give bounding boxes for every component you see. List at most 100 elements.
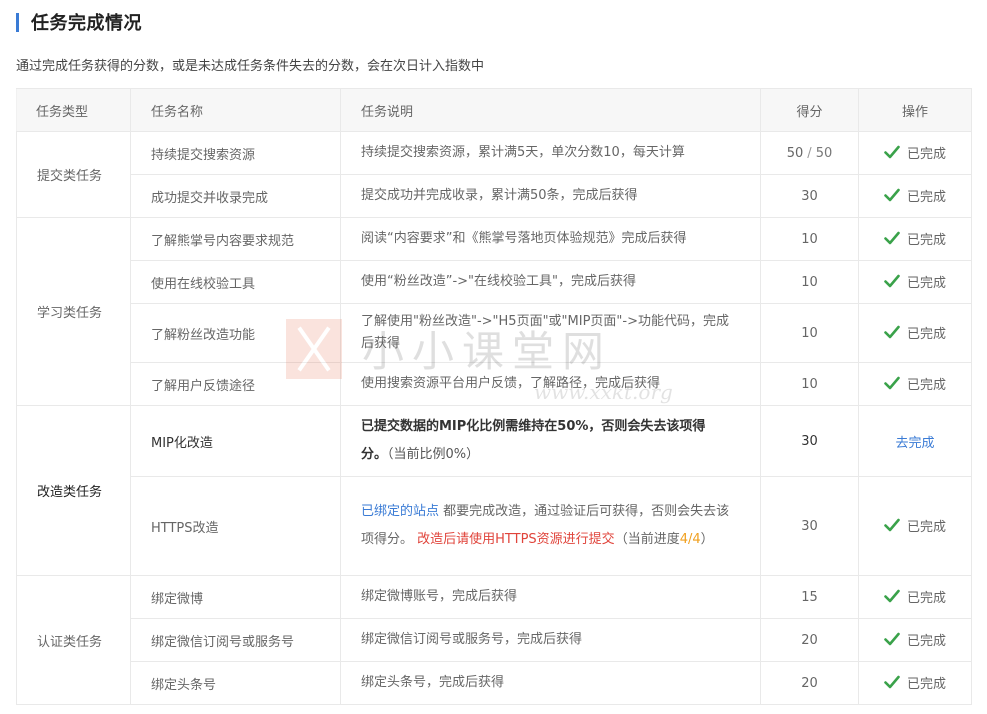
task-desc: 绑定头条号，完成后获得 [340, 661, 761, 705]
task-desc: 提交成功并完成收录，累计满50条，完成后获得 [340, 174, 761, 218]
task-desc: 了解使用"粉丝改造"->"H5页面"或"MIP页面"->功能代码，完成后获得 [340, 303, 761, 363]
goto-complete-link[interactable]: 去完成 [895, 436, 934, 451]
status-completed: 已完成 [906, 146, 946, 162]
status-completed: 已完成 [906, 326, 946, 342]
check-icon [884, 325, 900, 339]
table-row: 改造类任务 MIP化改造 已提交数据的MIP化比例需维持在50%，否则会失去该项… [16, 405, 972, 576]
task-name: MIP化改造 [130, 405, 341, 477]
status-completed: 已完成 [906, 633, 946, 649]
task-action: 已完成 [858, 661, 972, 705]
task-desc: 持续提交搜索资源，累计满5天，单次分数10，每天计算 [340, 131, 761, 175]
task-action: 去完成 [858, 405, 972, 477]
desc-progress-prefix: （当前进度 [614, 532, 680, 547]
task-name: 绑定头条号 [130, 661, 341, 705]
task-desc: 使用“粉丝改造”->"在线校验工具"，完成后获得 [340, 260, 761, 304]
task-action: 已完成 [858, 618, 972, 662]
header-score: 得分 [760, 88, 859, 132]
task-score: 10 [760, 362, 859, 406]
task-name: 持续提交搜索资源 [130, 131, 341, 175]
check-icon [884, 518, 900, 532]
status-completed: 已完成 [906, 377, 946, 393]
score-separator: / [807, 145, 812, 161]
status-completed: 已完成 [906, 519, 946, 535]
table-row: 绑定头条号 绑定头条号，完成后获得 20 已完成 [17, 661, 972, 705]
task-score: 30 [760, 174, 859, 218]
table-row: 提交类任务 持续提交搜索资源 持续提交搜索资源，累计满5天，单次分数10，每天计… [16, 131, 972, 218]
task-name: 了解熊掌号内容要求规范 [130, 217, 341, 261]
task-desc: 已绑定的站点 都要完成改造，通过验证后可获得，否则会失去该项得分。 改造后请使用… [340, 476, 761, 576]
table-header-row: 任务类型 任务名称 任务说明 得分 操作 [16, 88, 972, 132]
check-icon [884, 632, 900, 646]
table-row: 了解用户反馈途径 使用搜索资源平台用户反馈，了解路径，完成后获得 10 已完成 [17, 362, 972, 406]
title-accent-bar [16, 12, 19, 32]
desc-red-notice: 改造后请使用HTTPS资源进行提交 [417, 532, 615, 547]
category-submit: 提交类任务 [16, 131, 131, 218]
check-icon [884, 675, 900, 689]
check-icon [884, 145, 900, 159]
task-action: 已完成 [858, 575, 972, 619]
check-icon [884, 274, 900, 288]
category-learn: 学习类任务 [16, 217, 131, 406]
status-completed: 已完成 [906, 232, 946, 248]
task-name: 绑定微博 [130, 575, 341, 619]
task-name: 了解用户反馈途径 [130, 362, 341, 406]
page-header: 任务完成情况 [16, 11, 142, 34]
status-completed: 已完成 [906, 590, 946, 606]
task-name: 成功提交并收录完成 [130, 174, 341, 218]
task-desc: 使用搜索资源平台用户反馈，了解路径，完成后获得 [340, 362, 761, 406]
desc-progress-value: 0% [445, 447, 467, 462]
task-name: 绑定微信订阅号或服务号 [130, 618, 341, 662]
table-row: 绑定微信订阅号或服务号 绑定微信订阅号或服务号，完成后获得 20 已完成 [17, 618, 972, 662]
category-reform: 改造类任务 [16, 405, 131, 576]
task-desc: 绑定微信订阅号或服务号，完成后获得 [340, 618, 761, 662]
score-value: 50 [786, 145, 804, 161]
status-completed: 已完成 [906, 275, 946, 291]
page-description: 通过完成任务获得的分数，或是未达成任务条件失去的分数，会在次日计入指数中 [16, 59, 485, 74]
check-icon [884, 188, 900, 202]
table-row: 成功提交并收录完成 提交成功并完成收录，累计满50条，完成后获得 30 已完成 [17, 174, 972, 218]
header-action: 操作 [858, 88, 972, 132]
task-score: 50/50 [760, 131, 859, 175]
task-desc: 绑定微博账号，完成后获得 [340, 575, 761, 619]
table-row: 了解粉丝改造功能 了解使用"粉丝改造"->"H5页面"或"MIP页面"->功能代… [17, 303, 972, 363]
task-desc: 阅读“内容要求”和《熊掌号落地页体验规范》完成后获得 [340, 217, 761, 261]
task-score: 10 [760, 260, 859, 304]
task-name: 使用在线校验工具 [130, 260, 341, 304]
table-row: HTTPS改造 已绑定的站点 都要完成改造，通过验证后可获得，否则会失去该项得分… [17, 476, 972, 576]
table-row: 认证类任务 绑定微博 绑定微博账号，完成后获得 15 已完成 [16, 575, 972, 705]
task-score: 10 [760, 303, 859, 363]
desc-progress-prefix: （当前比例 [387, 447, 446, 462]
header-task-name: 任务名称 [130, 88, 341, 132]
table-row: 学习类任务 了解熊掌号内容要求规范 阅读“内容要求”和《熊掌号落地页体验规范》完… [16, 217, 972, 406]
header-task-type: 任务类型 [16, 88, 131, 132]
task-score: 30 [760, 476, 859, 576]
task-name: 了解粉丝改造功能 [130, 303, 341, 363]
check-icon [884, 376, 900, 390]
task-desc: 已提交数据的MIP化比例需维持在50%，否则会失去该项得分。（当前比例0%） [340, 405, 761, 477]
table-row: 使用在线校验工具 使用“粉丝改造”->"在线校验工具"，完成后获得 10 已完成 [17, 260, 972, 304]
desc-progress-value: 4/4 [679, 532, 701, 547]
task-action: 已完成 [858, 303, 972, 363]
task-action: 已完成 [858, 217, 972, 261]
task-score: 10 [760, 217, 859, 261]
task-action: 已完成 [858, 174, 972, 218]
task-action: 已完成 [858, 476, 972, 576]
task-table: 任务类型 任务名称 任务说明 得分 操作 提交类任务 持续提交搜索资源 持续提交… [16, 88, 972, 705]
header-task-desc: 任务说明 [340, 88, 761, 132]
bound-sites-link[interactable]: 已绑定的站点 [361, 504, 439, 519]
check-icon [884, 589, 900, 603]
check-icon [884, 231, 900, 245]
task-score: 15 [760, 575, 859, 619]
task-action: 已完成 [858, 362, 972, 406]
task-score: 30 [760, 405, 859, 477]
desc-progress-suffix: ） [466, 447, 480, 462]
status-completed: 已完成 [906, 189, 946, 205]
status-completed: 已完成 [906, 676, 946, 692]
task-name: HTTPS改造 [130, 476, 341, 576]
desc-progress-suffix: ） [700, 532, 714, 547]
category-auth: 认证类任务 [16, 575, 131, 705]
task-score: 20 [760, 618, 859, 662]
page-title: 任务完成情况 [31, 13, 142, 34]
task-action: 已完成 [858, 260, 972, 304]
score-max: 50 [815, 145, 833, 161]
